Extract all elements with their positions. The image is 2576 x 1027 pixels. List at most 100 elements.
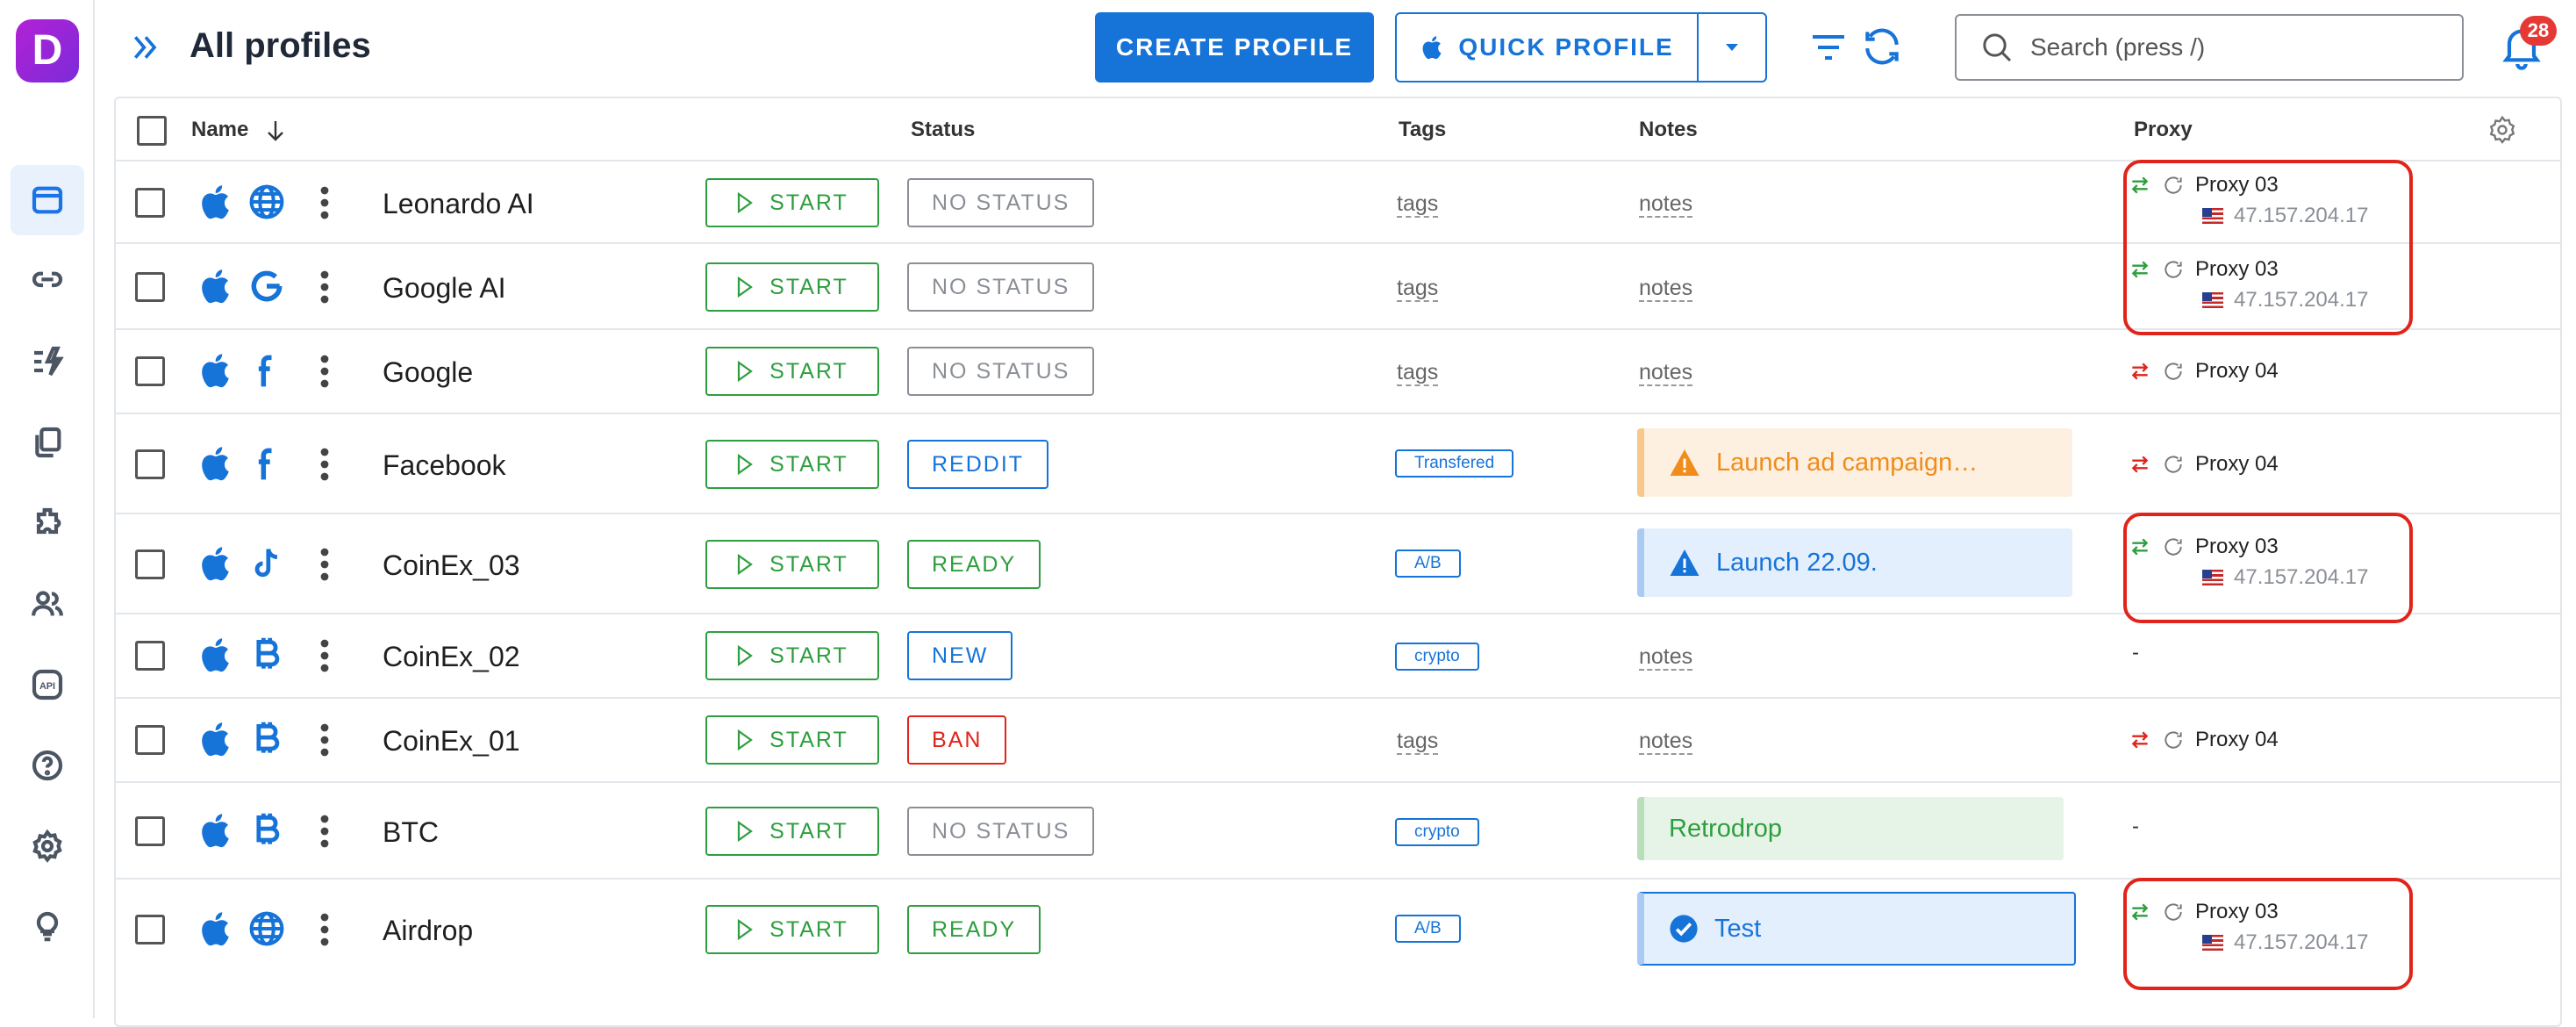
tag-chip[interactable]: A/B xyxy=(1395,915,1461,943)
tags-placeholder[interactable]: tags xyxy=(1397,360,1439,386)
apple-icon xyxy=(1422,36,1442,60)
column-settings-gear-icon[interactable] xyxy=(2487,114,2518,146)
table-row[interactable]: Google START NO STATUS tags notes Proxy … xyxy=(114,330,2562,414)
status-badge[interactable]: NO STATUS xyxy=(907,262,1095,312)
more-options-icon[interactable] xyxy=(319,269,330,305)
proxy-cell[interactable]: Proxy 04 xyxy=(2129,356,2279,386)
select-all-checkbox[interactable] xyxy=(137,116,167,146)
start-button[interactable]: START xyxy=(705,540,879,589)
sidebar-item-help[interactable] xyxy=(11,730,84,801)
notes-placeholder[interactable]: notes xyxy=(1639,644,1693,671)
row-checkbox[interactable] xyxy=(135,816,165,846)
sidebar-item-templates[interactable] xyxy=(11,407,84,478)
more-options-icon[interactable] xyxy=(319,912,330,947)
more-options-icon[interactable] xyxy=(319,354,330,389)
profile-name[interactable]: CoinEx_02 xyxy=(383,641,520,673)
tags-placeholder[interactable]: tags xyxy=(1397,191,1439,218)
create-profile-button[interactable]: CREATE PROFILE xyxy=(1095,12,1374,83)
table-row[interactable]: BTC START NO STATUS crypto Retrodrop - xyxy=(114,783,2562,880)
quick-profile-dropdown-button[interactable] xyxy=(1699,14,1765,81)
row-checkbox[interactable] xyxy=(135,641,165,671)
status-badge[interactable]: NO STATUS xyxy=(907,178,1095,227)
note-card[interactable]: Launch ad campaign… xyxy=(1637,428,2072,497)
start-button[interactable]: START xyxy=(705,440,879,489)
sidebar-item-tips[interactable] xyxy=(11,892,84,962)
start-button[interactable]: START xyxy=(705,715,879,765)
status-badge[interactable]: NEW xyxy=(907,631,1013,680)
notes-placeholder[interactable]: notes xyxy=(1639,276,1693,302)
proxy-refresh-icon xyxy=(2165,363,2182,380)
table-row[interactable]: CoinEx_01 START BAN tags notes Proxy 04 xyxy=(114,699,2562,783)
proxy-empty[interactable]: - xyxy=(2132,815,2139,839)
search-input[interactable] xyxy=(2030,33,2434,61)
status-badge[interactable]: READY xyxy=(907,905,1041,954)
proxy-cell[interactable]: Proxy 04 xyxy=(2129,725,2279,755)
column-header-notes[interactable]: Notes xyxy=(1639,118,1698,142)
profile-name[interactable]: Facebook xyxy=(383,449,506,482)
more-options-icon[interactable] xyxy=(319,638,330,673)
note-card[interactable]: Retrodrop xyxy=(1637,797,2064,860)
more-options-icon[interactable] xyxy=(319,447,330,482)
expand-sidebar-icon[interactable] xyxy=(128,30,163,65)
tag-chip[interactable]: crypto xyxy=(1395,818,1479,846)
start-button[interactable]: START xyxy=(705,905,879,954)
status-badge[interactable]: READY xyxy=(907,540,1041,589)
notes-placeholder[interactable]: notes xyxy=(1639,191,1693,218)
profile-name[interactable]: CoinEx_01 xyxy=(383,725,520,758)
filter-icon[interactable] xyxy=(1807,26,1850,68)
tags-placeholder[interactable]: tags xyxy=(1397,276,1439,302)
column-header-proxy[interactable]: Proxy xyxy=(2134,118,2193,142)
sidebar-item-team[interactable] xyxy=(11,569,84,639)
profile-name[interactable]: Google AI xyxy=(383,272,506,305)
status-badge[interactable]: REDDIT xyxy=(907,440,1049,489)
status-badge[interactable]: NO STATUS xyxy=(907,807,1095,856)
start-button[interactable]: START xyxy=(705,807,879,856)
quick-profile-button[interactable]: QUICK PROFILE xyxy=(1397,14,1699,81)
row-checkbox[interactable] xyxy=(135,725,165,755)
app-logo[interactable]: D xyxy=(16,19,79,83)
more-options-icon[interactable] xyxy=(319,547,330,582)
start-button[interactable]: START xyxy=(705,631,879,680)
tag-chip[interactable]: crypto xyxy=(1395,643,1479,671)
sidebar-item-settings[interactable] xyxy=(11,811,84,881)
more-options-icon[interactable] xyxy=(319,722,330,758)
row-checkbox[interactable] xyxy=(135,549,165,579)
refresh-icon[interactable] xyxy=(1860,25,1904,68)
note-card[interactable]: Launch 22.09. xyxy=(1637,528,2072,597)
profile-name[interactable]: Leonardo AI xyxy=(383,188,534,220)
row-checkbox[interactable] xyxy=(135,188,165,218)
notes-placeholder[interactable]: notes xyxy=(1639,360,1693,386)
profile-name[interactable]: CoinEx_03 xyxy=(383,549,520,582)
start-button[interactable]: START xyxy=(705,347,879,396)
row-checkbox[interactable] xyxy=(135,449,165,479)
start-button[interactable]: START xyxy=(705,178,879,227)
sidebar-item-extensions[interactable] xyxy=(11,488,84,558)
notes-placeholder[interactable]: notes xyxy=(1639,729,1693,755)
status-badge[interactable]: BAN xyxy=(907,715,1007,765)
column-header-name[interactable]: Name xyxy=(191,118,286,143)
row-checkbox[interactable] xyxy=(135,356,165,386)
tags-placeholder[interactable]: tags xyxy=(1397,729,1439,755)
table-row[interactable]: CoinEx_02 START NEW crypto notes - xyxy=(114,614,2562,699)
proxy-cell[interactable]: Proxy 04 xyxy=(2129,449,2279,479)
sidebar-item-profiles[interactable] xyxy=(11,165,84,235)
row-checkbox[interactable] xyxy=(135,915,165,944)
profile-name[interactable]: BTC xyxy=(383,816,439,849)
row-checkbox[interactable] xyxy=(135,272,165,302)
sidebar-item-proxies[interactable] xyxy=(11,246,84,316)
start-button[interactable]: START xyxy=(705,262,879,312)
sidebar-item-automation[interactable] xyxy=(11,327,84,397)
profile-name[interactable]: Airdrop xyxy=(383,915,473,947)
sidebar-item-api[interactable]: API xyxy=(11,650,84,720)
proxy-empty[interactable]: - xyxy=(2132,641,2139,665)
tag-chip[interactable]: A/B xyxy=(1395,549,1461,578)
note-card[interactable]: Test xyxy=(1637,892,2076,966)
table-row[interactable]: Facebook START REDDIT Transfered Launch … xyxy=(114,414,2562,514)
column-header-status[interactable]: Status xyxy=(911,118,975,142)
more-options-icon[interactable] xyxy=(319,814,330,849)
column-header-tags[interactable]: Tags xyxy=(1399,118,1446,142)
status-badge[interactable]: NO STATUS xyxy=(907,347,1095,396)
more-options-icon[interactable] xyxy=(319,185,330,220)
tag-chip[interactable]: Transfered xyxy=(1395,449,1514,478)
profile-name[interactable]: Google xyxy=(383,356,473,389)
